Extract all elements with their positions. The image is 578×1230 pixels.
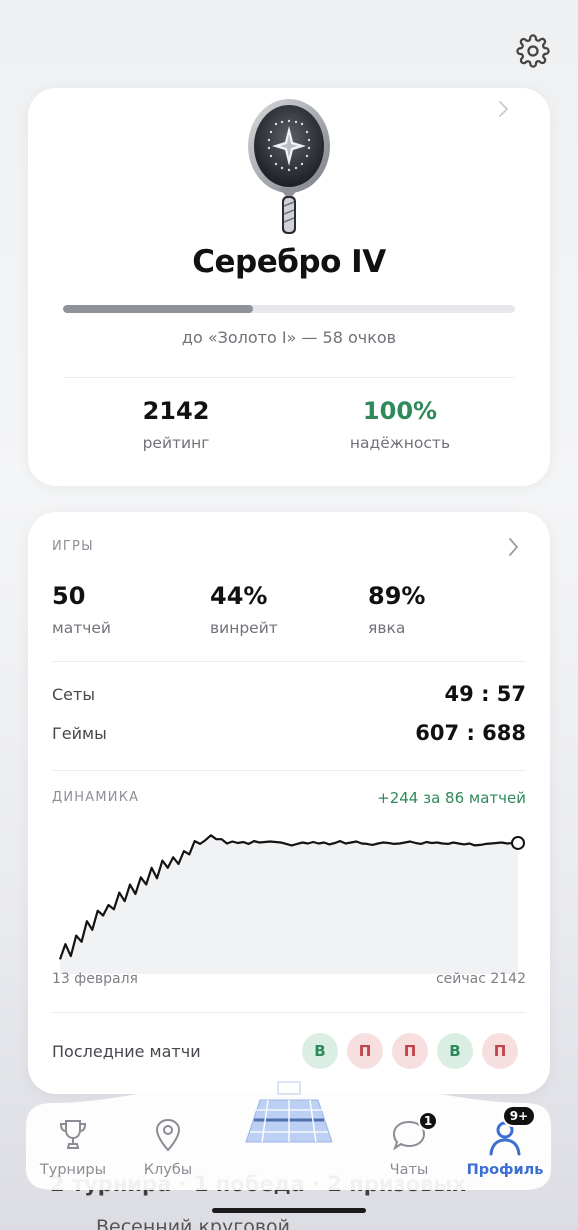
winrate-value: 44%	[210, 582, 268, 610]
tab-tournaments[interactable]: Турниры	[23, 1118, 123, 1190]
matches-label: матчей	[52, 619, 111, 637]
winrate-label: винрейт	[210, 619, 278, 637]
rank-name: Серебро IV	[192, 244, 386, 280]
games-card[interactable]: ИГРЫ 50 матчей 44% винрейт 89% явка Сеты…	[28, 512, 550, 1094]
dynamics-section-title: ДИНАМИКА	[52, 790, 140, 805]
recent-match-badge[interactable]: П	[392, 1033, 428, 1069]
home-indicator	[212, 1208, 366, 1213]
chart-area-fill	[60, 835, 518, 974]
next-rank-text: до «Золото I» — 58 очков	[181, 328, 397, 347]
reliability-value: 100%	[362, 397, 438, 425]
tab-label: Клубы	[143, 1162, 193, 1178]
attendance-value: 89%	[368, 582, 426, 610]
attendance-label: явка	[368, 619, 406, 637]
settings-gear-icon[interactable]	[516, 34, 550, 68]
sets-label: Сеты	[52, 685, 95, 704]
rank-progress-fill	[63, 305, 253, 313]
tournament-name-peek: Весенний круговой	[96, 1216, 290, 1230]
recent-match-badge[interactable]: В	[437, 1033, 473, 1069]
chart-current-point	[511, 835, 525, 850]
divider	[52, 661, 526, 662]
chart-start-label: 13 февраля	[52, 971, 138, 987]
recent-matches-label: Последние матчи	[52, 1042, 201, 1061]
tab-profile[interactable]: Профиль	[455, 1118, 555, 1190]
profile-notifications-badge: 9+	[502, 1105, 536, 1127]
rank-progress-bar	[63, 305, 515, 313]
recent-match-badge[interactable]: В	[302, 1033, 338, 1069]
dynamics-summary: +244 за 86 матчей	[377, 789, 526, 807]
games-value: 607 : 688	[415, 721, 526, 745]
divider	[63, 377, 515, 378]
tab-label: Турниры	[39, 1162, 107, 1178]
chart-end-label: сейчас 2142	[435, 971, 526, 987]
court-play-button-icon[interactable]	[244, 1080, 334, 1146]
matches-value: 50	[52, 582, 86, 610]
rating-dynamics-chart	[52, 824, 528, 974]
divider	[52, 770, 526, 771]
tab-chats[interactable]: Чаты	[359, 1118, 459, 1190]
chats-unread-badge: 1	[418, 1111, 438, 1131]
rating-label: рейтинг	[142, 434, 210, 452]
tab-clubs[interactable]: Клубы	[118, 1118, 218, 1190]
tab-label: Профиль	[466, 1162, 544, 1178]
rank-card[interactable]: Серебро IV до «Золото I» — 58 очков 2142…	[28, 88, 550, 486]
divider	[52, 1012, 526, 1013]
silver-racket-rank-icon	[248, 99, 330, 234]
chevron-right-icon[interactable]	[496, 100, 510, 118]
location-pin-icon	[155, 1118, 181, 1152]
games-section-title: ИГРЫ	[52, 539, 94, 554]
sets-value: 49 : 57	[444, 682, 526, 706]
trophy-icon	[59, 1120, 87, 1149]
recent-match-badge[interactable]: П	[482, 1033, 518, 1069]
games-label: Геймы	[52, 724, 107, 743]
recent-match-badge[interactable]: П	[347, 1033, 383, 1069]
reliability-label: надёжность	[349, 434, 451, 452]
rating-value: 2142	[142, 397, 210, 425]
chevron-right-icon[interactable]	[506, 536, 520, 558]
tab-label: Чаты	[389, 1162, 429, 1178]
